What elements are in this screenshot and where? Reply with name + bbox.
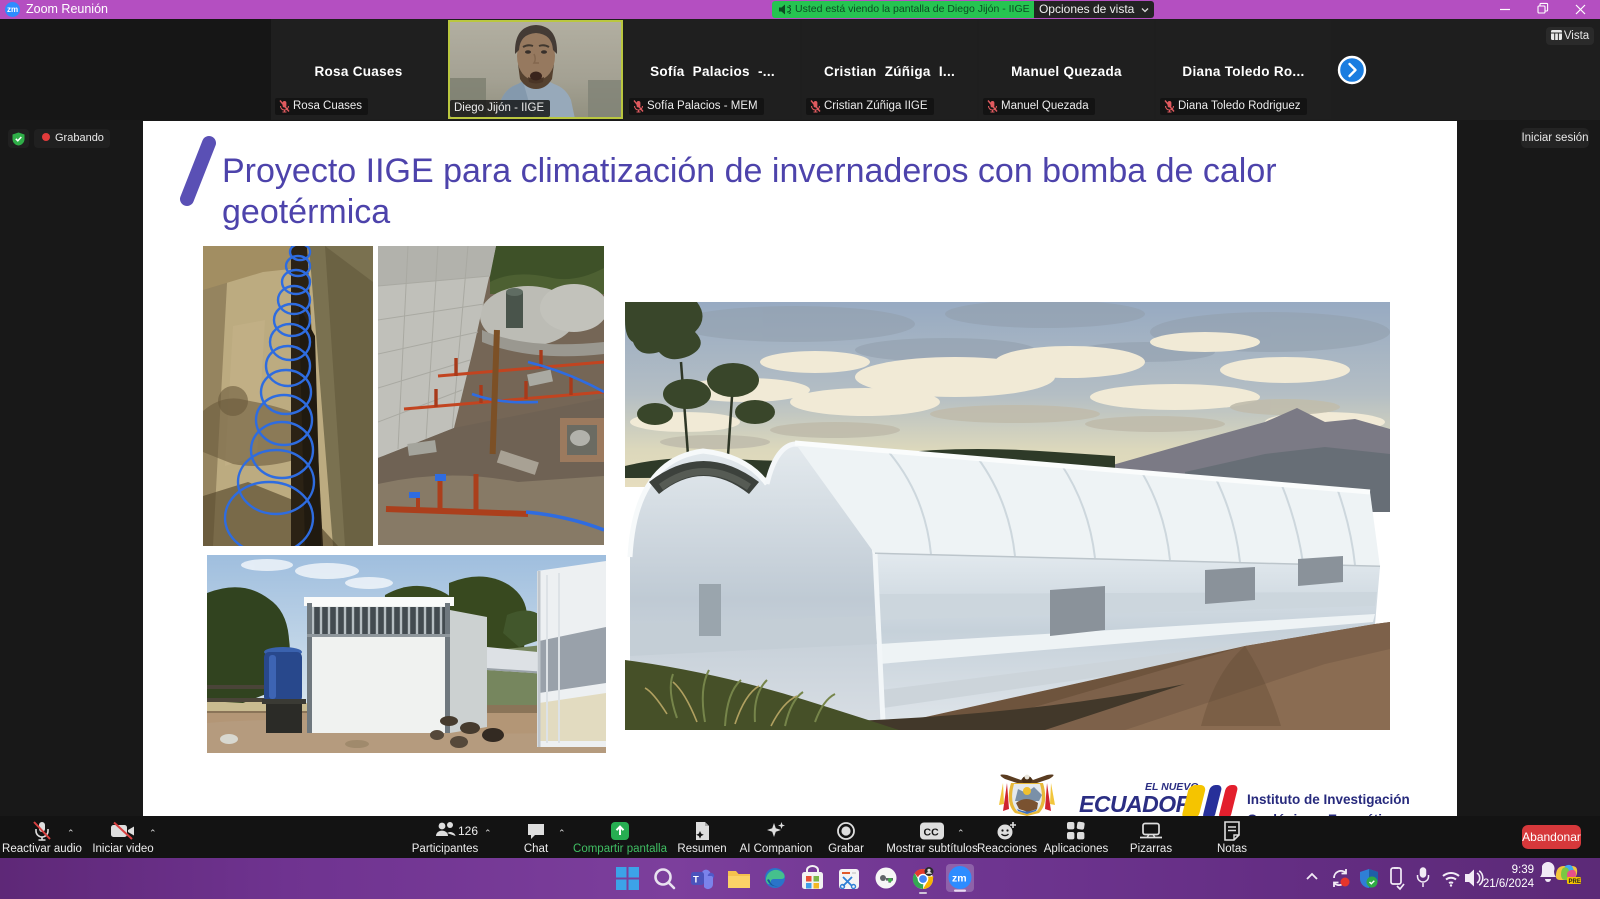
svg-text:126: 126 bbox=[458, 824, 478, 838]
svg-text:Instituto de Investigación: Instituto de Investigación bbox=[1247, 792, 1410, 807]
svg-text:ECUADOR: ECUADOR bbox=[1079, 791, 1193, 816]
svg-text:PRE: PRE bbox=[1569, 879, 1581, 885]
svg-text:zm: zm bbox=[952, 873, 967, 885]
svg-text:CC: CC bbox=[924, 827, 940, 839]
svg-text:T: T bbox=[693, 875, 699, 886]
